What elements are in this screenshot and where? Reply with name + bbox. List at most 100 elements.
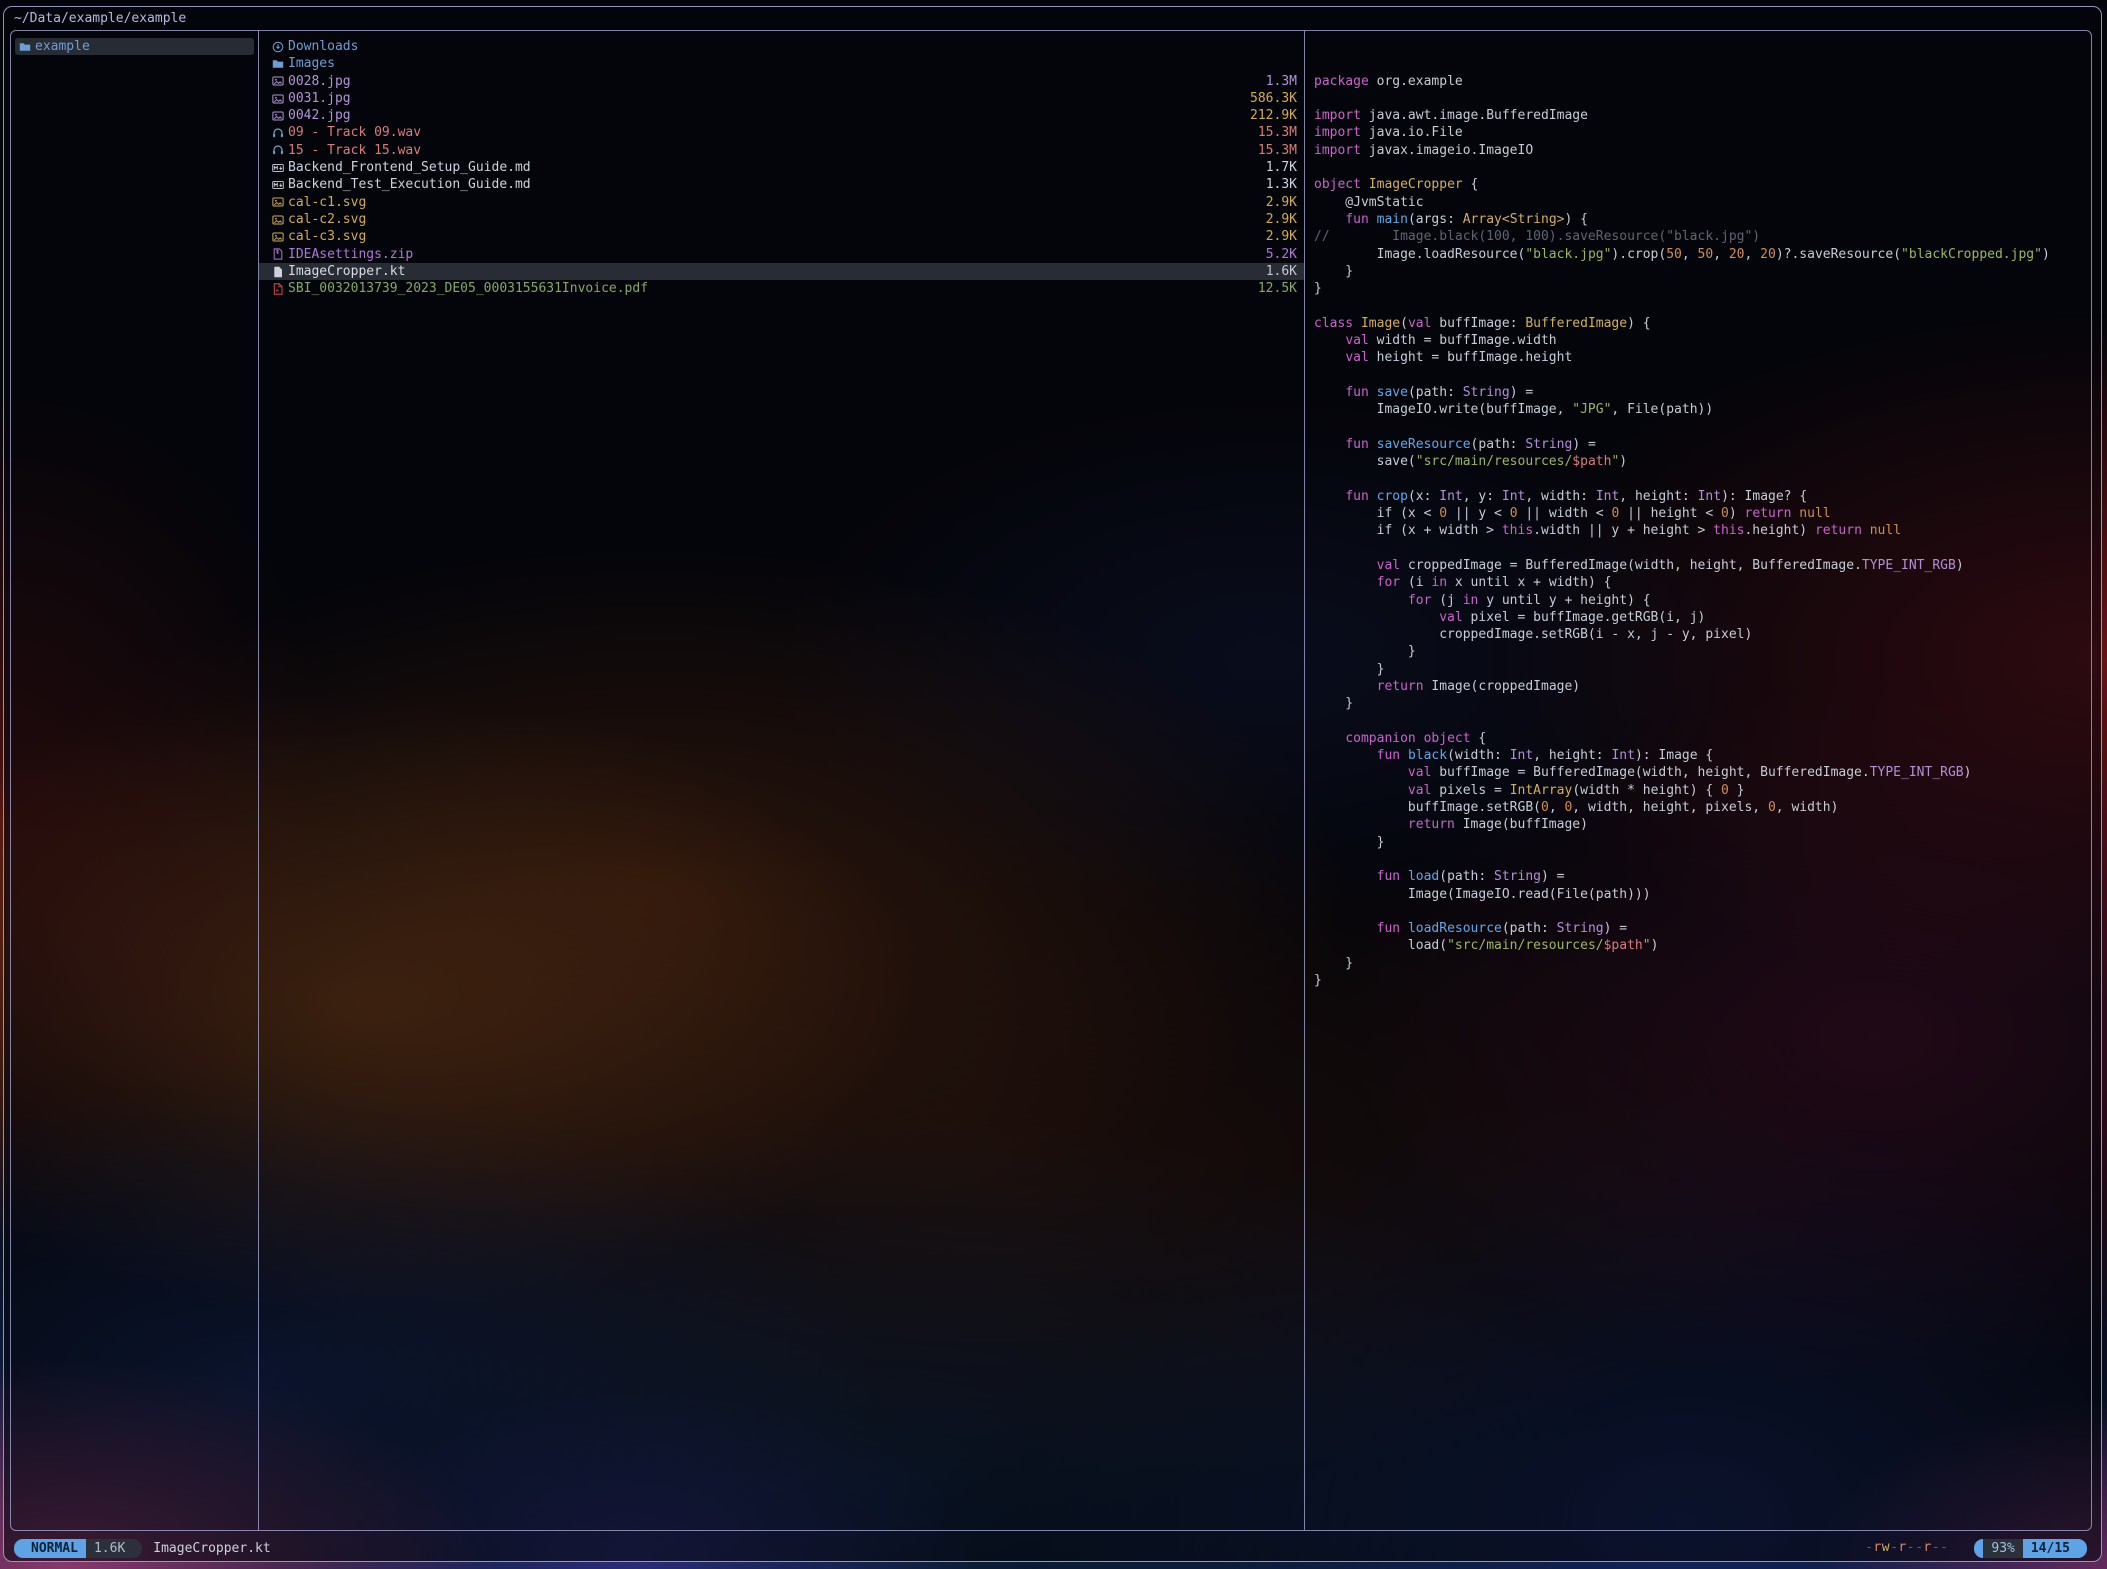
code-line: import java.awt.image.BufferedImage — [1314, 107, 2091, 124]
file-size: 12.5K — [1258, 280, 1297, 297]
image-icon — [272, 214, 284, 226]
code-line: fun save(path: String) = — [1314, 384, 2091, 401]
file-name: SBI_0032013739_2023_DE05_0003155631Invoi… — [288, 280, 1250, 297]
file-size: 2.9K — [1266, 211, 1297, 228]
code-line: Image(ImageIO.read(File(path))) — [1314, 886, 2091, 903]
file-size: 1.6K — [1266, 263, 1297, 280]
code-line: val pixels = IntArray(width * height) { … — [1314, 782, 2091, 799]
file-name: cal-c2.svg — [288, 211, 1258, 228]
file-icon — [272, 266, 284, 278]
file-row[interactable]: 15 - Track 15.wav 15.3M — [259, 142, 1304, 159]
file-name: ImageCropper.kt — [288, 263, 1258, 280]
code-line — [1314, 159, 2091, 176]
code-line: croppedImage.setRGB(i - x, j - y, pixel) — [1314, 626, 2091, 643]
file-row[interactable]: Images — [259, 55, 1304, 72]
code-line: } — [1314, 695, 2091, 712]
code-line: fun black(width: Int, height: Int): Imag… — [1314, 747, 2091, 764]
code-line: val pixel = buffImage.getRGB(i, j) — [1314, 609, 2091, 626]
folder-icon — [272, 58, 284, 70]
parent-item-label: example — [35, 38, 250, 55]
code-line: @JvmStatic — [1314, 194, 2091, 211]
progress-pill-left-cap — [1974, 1539, 1983, 1558]
file-size: 1.3M — [1266, 73, 1297, 90]
file-row[interactable]: cal-c1.svg 2.9K — [259, 194, 1304, 211]
audio-icon — [272, 144, 284, 156]
code-line — [1314, 419, 2091, 436]
archive-icon — [272, 248, 284, 260]
file-name: Backend_Frontend_Setup_Guide.md — [288, 159, 1258, 176]
code-line: for (i in x until x + width) { — [1314, 574, 2091, 591]
code-line: } — [1314, 972, 2091, 989]
code-line: } — [1314, 280, 2091, 297]
markdown-icon — [272, 162, 284, 174]
file-size: 2.9K — [1266, 228, 1297, 245]
parent-pane: example — [11, 31, 258, 1530]
code-line: save("src/main/resources/$path") — [1314, 453, 2091, 470]
code-line — [1314, 713, 2091, 730]
file-size: 2.9K — [1266, 194, 1297, 211]
breadcrumb-path: ~/Data/example/example — [14, 6, 186, 31]
file-row[interactable]: cal-c3.svg 2.9K — [259, 228, 1304, 245]
code-line: if (x < 0 || y < 0 || width < 0 || heigh… — [1314, 505, 2091, 522]
image-icon — [272, 196, 284, 208]
file-size: 15.3M — [1258, 124, 1297, 141]
parent-item-example[interactable]: example — [15, 38, 254, 55]
code-line: val height = buffImage.height — [1314, 349, 2091, 366]
file-list-pane: Downloads Images 0028.jpg 1.3M 0031.jpg … — [258, 31, 1305, 1530]
file-row[interactable]: 0042.jpg 212.9K — [259, 107, 1304, 124]
code-line — [1314, 90, 2091, 107]
file-row[interactable]: IDEAsettings.zip 5.2K — [259, 246, 1304, 263]
file-size: 1.3K — [1266, 176, 1297, 193]
file-row[interactable]: cal-c2.svg 2.9K — [259, 211, 1304, 228]
image-icon — [272, 93, 284, 105]
code-line: } — [1314, 661, 2091, 678]
file-size: 1.7K — [1266, 159, 1297, 176]
code-line: // Image.black(100, 100).saveResource("b… — [1314, 228, 2091, 245]
file-row[interactable]: 0028.jpg 1.3M — [259, 73, 1304, 90]
downloads-icon — [272, 41, 284, 53]
file-row[interactable]: 09 - Track 09.wav 15.3M — [259, 124, 1304, 141]
code-line — [1314, 367, 2091, 384]
code-line: return Image(croppedImage) — [1314, 678, 2091, 695]
code-line: package org.example — [1314, 73, 2091, 90]
code-line: import javax.imageio.ImageIO — [1314, 142, 2091, 159]
status-bar: NORMAL 1.6K ImageCropper.kt -rw-r--r-- 9… — [14, 1538, 2087, 1558]
image-icon — [272, 75, 284, 87]
code-line: return Image(buffImage) — [1314, 816, 2091, 833]
code-line — [1314, 903, 2091, 920]
code-line: companion object { — [1314, 730, 2091, 747]
file-position: 14/15 — [2023, 1539, 2078, 1558]
file-name: cal-c3.svg — [288, 228, 1258, 245]
code-line: fun load(path: String) = — [1314, 868, 2091, 885]
image-icon — [272, 110, 284, 122]
preview-pane: package org.example import java.awt.imag… — [1305, 31, 2091, 1530]
screen: ~/Data/example/example example Downloads… — [0, 0, 2107, 1569]
code-line: if (x + width > this.width || y + height… — [1314, 522, 2091, 539]
permissions: -rw-r--r-- — [1865, 1539, 1948, 1556]
code-line: buffImage.setRGB(0, 0, width, height, pi… — [1314, 799, 2091, 816]
file-name: IDEAsettings.zip — [288, 246, 1258, 263]
code-line — [1314, 540, 2091, 557]
audio-icon — [272, 127, 284, 139]
pill-left-cap — [14, 1539, 23, 1558]
code-line: object ImageCropper { — [1314, 176, 2091, 193]
code-line: load("src/main/resources/$path") — [1314, 937, 2091, 954]
file-name: 0031.jpg — [288, 90, 1242, 107]
markdown-icon — [272, 179, 284, 191]
yazi-panes: example Downloads Images 0028.jpg 1.3M 0… — [10, 30, 2092, 1531]
file-row[interactable]: SBI_0032013739_2023_DE05_0003155631Invoi… — [259, 280, 1304, 297]
code-line: fun crop(x: Int, y: Int, width: Int, hei… — [1314, 488, 2091, 505]
pill-right-cap — [133, 1539, 142, 1558]
file-row[interactable]: Backend_Frontend_Setup_Guide.md 1.7K — [259, 159, 1304, 176]
file-size-badge: 1.6K — [86, 1539, 133, 1558]
file-row[interactable]: Backend_Test_Execution_Guide.md 1.3K — [259, 176, 1304, 193]
code-line — [1314, 297, 2091, 314]
file-row[interactable]: ImageCropper.kt 1.6K — [259, 263, 1304, 280]
file-row[interactable]: Downloads — [259, 38, 1304, 55]
folder-icon — [19, 41, 31, 53]
file-name: Backend_Test_Execution_Guide.md — [288, 176, 1258, 193]
file-row[interactable]: 0031.jpg 586.3K — [259, 90, 1304, 107]
code-line: class Image(val buffImage: BufferedImage… — [1314, 315, 2091, 332]
code-line: val buffImage = BufferedImage(width, hei… — [1314, 764, 2091, 781]
code-line: } — [1314, 643, 2091, 660]
